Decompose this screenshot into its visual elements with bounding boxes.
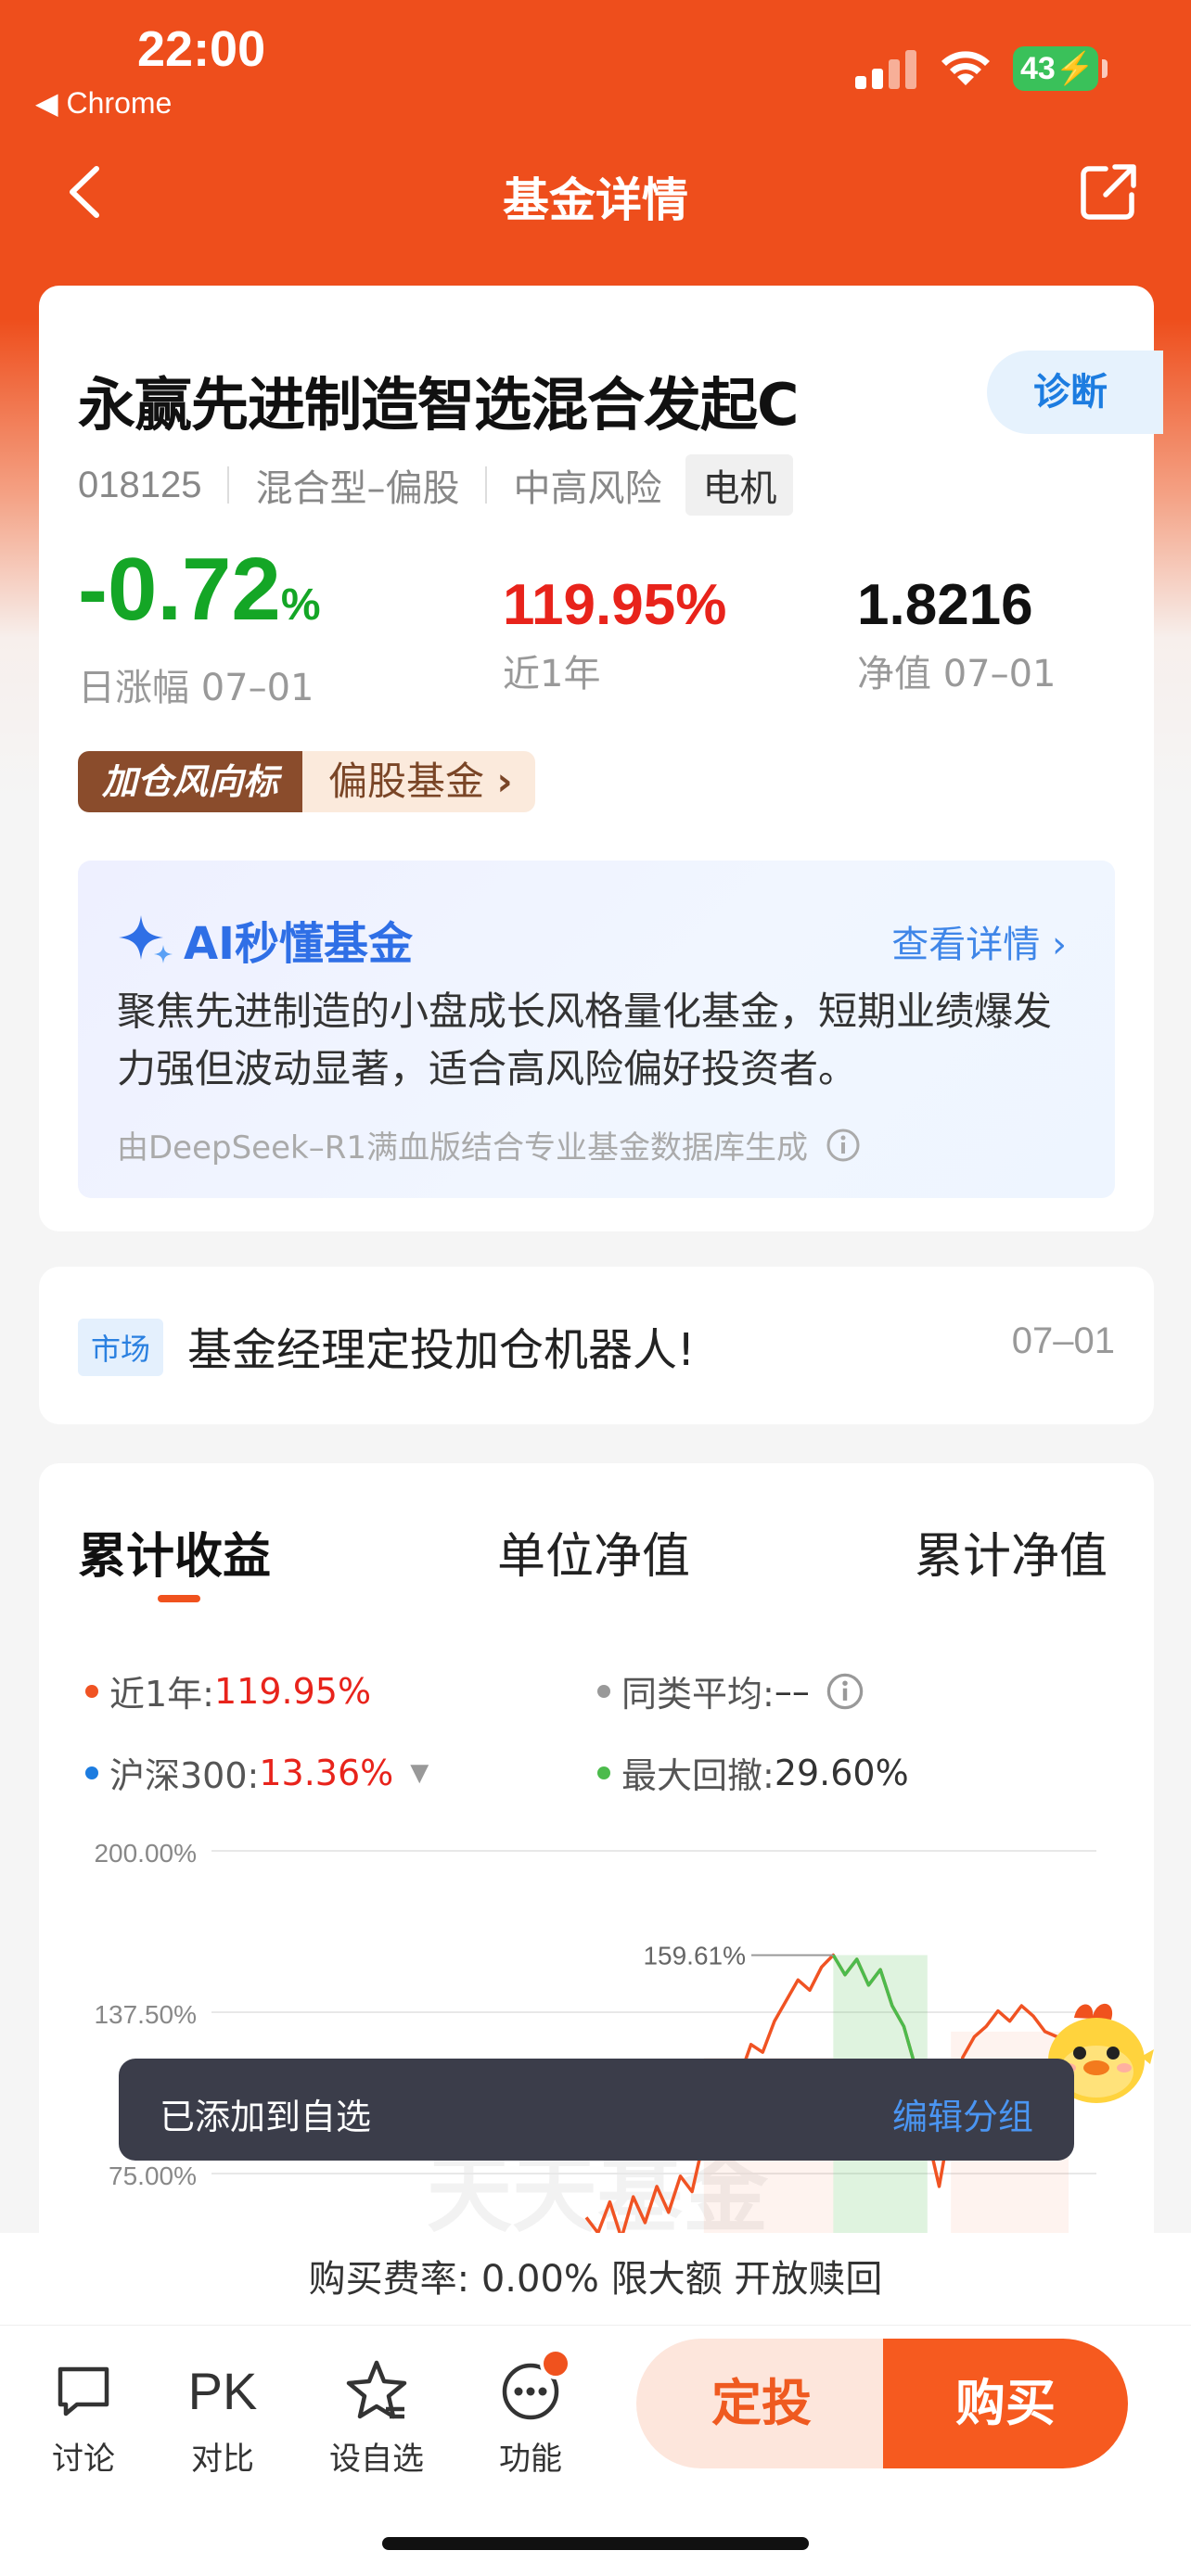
add-watchlist-button[interactable]: 设自选 — [321, 2353, 432, 2479]
risk-level: 中高风险 — [513, 467, 662, 510]
diagnose-button[interactable]: 诊断 — [987, 351, 1163, 434]
news-card[interactable]: 市场 基金经理定投加仓机器人! 07–01 — [39, 1267, 1154, 1424]
purchase-fee-info: 购买费率: 0.00% 限大额 开放赎回 — [0, 2233, 1191, 2326]
functions-label: 功能 — [499, 2441, 562, 2478]
discuss-label: 讨论 — [52, 2441, 115, 2478]
nav-label: 净值 07–01 — [857, 653, 1057, 695]
y-tick-label: 137.50% — [94, 2000, 197, 2029]
fund-name: 永赢先进制造智选混合发起C — [78, 371, 800, 439]
chevron-right-icon: › — [496, 759, 513, 804]
compare-label: 对比 — [191, 2441, 254, 2478]
y-tick-label: 200.00% — [94, 1839, 197, 1868]
wifi-icon — [941, 51, 990, 85]
ai-detail-link-text: 查看详情 — [891, 924, 1041, 966]
fund-type: 混合型–偏股 — [255, 467, 460, 510]
daily-change-unit: % — [280, 580, 321, 630]
star-add-icon — [346, 2360, 407, 2419]
sip-button[interactable]: 定投 — [636, 2339, 887, 2468]
ai-summary-box: AI秒懂基金 查看详情 › 聚焦先进制造的小盘成长风格量化基金，短期业绩爆发力强… — [78, 861, 1115, 1198]
add-watchlist-label: 设自选 — [329, 2441, 424, 2478]
year-return-stat: 119.95% 近1年 — [503, 573, 726, 697]
divider — [485, 466, 488, 504]
news-headline[interactable]: 基金经理定投加仓机器人! — [187, 1313, 695, 1378]
y-tick-label: 75.00% — [109, 2162, 197, 2190]
chat-bubble-icon — [58, 2366, 109, 2417]
year-return-label: 近1年 — [503, 653, 601, 695]
battery-tip — [1102, 59, 1108, 78]
share-icon[interactable] — [1078, 161, 1139, 223]
battery-level: 43 — [1020, 51, 1056, 86]
ai-summary-text: 聚焦先进制造的小盘成长风格量化基金，短期业绩爆发力强但波动显著，适合高风险偏好投… — [117, 988, 1053, 1091]
functions-button[interactable]: 功能 — [475, 2348, 586, 2479]
news-tag: 市场 — [78, 1319, 164, 1376]
notification-dot — [540, 2348, 571, 2379]
nav-stat: 1.8216 净值 07–01 — [857, 573, 1057, 697]
battery-icon: 43⚡ — [1013, 46, 1098, 91]
cellular-signal-icon — [855, 48, 920, 89]
toast-notification: 已添加到自选 编辑分组 — [119, 2059, 1074, 2161]
sparkle-icon — [119, 915, 173, 963]
ai-detail-link[interactable]: 查看详情 › — [891, 914, 1067, 968]
ai-summary-title: AI秒懂基金 — [117, 907, 413, 972]
toast-message: 已添加到自选 — [160, 2097, 372, 2137]
nav-value: 1.8216 — [857, 573, 1033, 637]
ai-summary-title-text: AI秒懂基金 — [184, 918, 414, 970]
wind-indicator-link-text: 偏股基金 — [328, 759, 485, 804]
wind-indicator-link: 偏股基金 › — [302, 751, 535, 812]
daily-change-value: -0.72 — [78, 540, 281, 639]
ai-generated-note: 由DeepSeek–R1满血版结合专业基金数据库生成 — [117, 1122, 862, 1167]
chevron-right-icon: › — [1052, 924, 1067, 966]
info-icon[interactable] — [825, 1127, 862, 1164]
compare-button[interactable]: PK 对比 — [167, 2353, 278, 2479]
buy-button[interactable]: 购买 — [883, 2339, 1128, 2468]
wind-indicator-pill[interactable]: 加仓风向标 偏股基金 › — [78, 751, 535, 812]
divider — [227, 466, 230, 504]
theme-tag[interactable]: 电机 — [685, 454, 794, 516]
home-indicator[interactable] — [382, 2537, 809, 2550]
daily-change-stat: -0.72% 日涨幅 07–01 — [78, 543, 321, 711]
fund-meta: 018125 混合型–偏股 中高风险 电机 — [78, 454, 794, 516]
ai-generated-note-text: 由DeepSeek–R1满血版结合专业基金数据库生成 — [117, 1129, 808, 1167]
edit-group-button[interactable]: 编辑分组 — [892, 2088, 1033, 2139]
fund-code: 018125 — [78, 464, 202, 505]
year-return-value: 119.95% — [503, 573, 727, 637]
chart-card: 累计收益 单位净值 累计净值 近1年: 119.95% 同类平均: –– 沪深300… — [39, 1463, 1154, 2298]
fund-summary-card: 永赢先进制造智选混合发起C 诊断 018125 混合型–偏股 中高风险 电机 -… — [39, 286, 1163, 1231]
peak-label: 159.61% — [643, 1941, 746, 1970]
news-date: 07–01 — [1011, 1320, 1115, 1361]
daily-change-label: 日涨幅 07–01 — [78, 667, 314, 709]
discuss-button[interactable]: 讨论 — [28, 2353, 139, 2479]
back-to-app-link[interactable]: ◀ Chrome — [35, 85, 172, 121]
return-chart[interactable]: 天天基金200.00%137.50%75.00%159.61% — [39, 1463, 1154, 2298]
status-time: 22:00 — [137, 21, 266, 77]
wind-indicator-label: 加仓风向标 — [78, 751, 303, 812]
page-title: 基金详情 — [503, 173, 688, 227]
pk-icon: PK — [187, 2361, 258, 2420]
